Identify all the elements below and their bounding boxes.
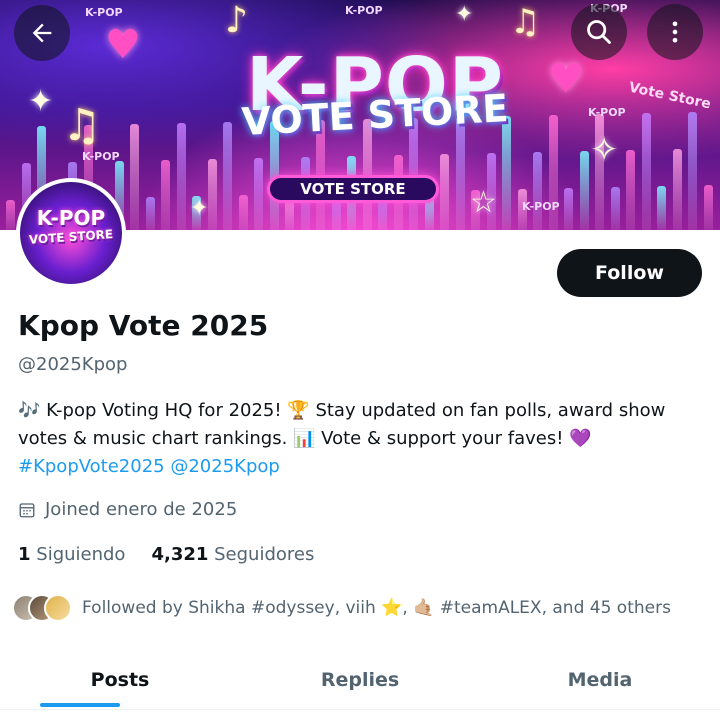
more-vertical-icon [672, 21, 678, 43]
banner-tag: K-POP [85, 6, 123, 19]
following-link[interactable]: 1 Siguiendo [18, 544, 125, 565]
calendar-icon [19, 502, 35, 517]
equalizer-bar [502, 116, 511, 230]
equalizer-bar [161, 160, 170, 230]
followed-by[interactable]: Followed by Shikha #odyssey, viih ⭐, 🤙🏼 … [12, 594, 671, 622]
star-decoration: ✦ [455, 2, 474, 27]
following-label: Siguiendo [36, 544, 126, 565]
equalizer-bar [440, 154, 449, 230]
followers-label: Seguidores [214, 544, 315, 565]
banner-pill: VOTE STORE [267, 175, 439, 203]
equalizer-bar [641, 113, 651, 230]
star-decoration: ✧ [590, 130, 619, 170]
equalizer-bar [6, 200, 15, 230]
profile-tabs: Posts Replies Media [0, 650, 720, 710]
bio-text: 🎶 K-pop Voting HQ for 2025! 🏆 Stay updat… [18, 400, 666, 449]
equalizer-bar [455, 117, 465, 230]
banner-side-text: Vote Store [627, 79, 713, 113]
equalizer-bar [238, 195, 248, 230]
arrow-left-icon [32, 23, 52, 43]
tab-media[interactable]: Media [480, 650, 720, 709]
banner-tag: K-POP [588, 106, 626, 119]
banner-tag: K-POP [522, 200, 560, 213]
username-handle: @2025Kpop [18, 354, 128, 375]
equalizer-bar [703, 185, 713, 230]
follower-avatar [44, 594, 72, 622]
equalizer-bar [688, 112, 697, 230]
star-decoration: ✦ [190, 196, 209, 221]
music-note-decoration: ♫ [62, 100, 102, 151]
equalizer-bar [672, 149, 682, 230]
banner-tag: K-POP [82, 150, 120, 163]
followed-by-text: Followed by Shikha #odyssey, viih ⭐, 🤙🏼 … [82, 598, 671, 618]
bio-mention-link[interactable]: @2025Kpop [170, 456, 279, 477]
tab-replies[interactable]: Replies [240, 650, 480, 709]
equalizer-bar [254, 158, 263, 230]
profile-bio: 🎶 K-pop Voting HQ for 2025! 🏆 Stay updat… [18, 397, 708, 481]
search-icon [587, 20, 611, 44]
back-button[interactable] [14, 5, 70, 61]
joined-text: Joined enero de 2025 [45, 499, 238, 520]
joined-date: Joined enero de 2025 [18, 499, 237, 520]
avatar-logo-text: K-POP [36, 206, 106, 230]
followers-link[interactable]: 4,321 Seguidores [151, 544, 314, 565]
avatar-logo-subtext: VOTE STORE [28, 227, 114, 247]
followers-count: 4,321 [151, 544, 209, 565]
equalizer-bar [176, 123, 186, 230]
avatar[interactable]: K-POP VOTE STORE [16, 178, 126, 288]
star-decoration: ✦ [28, 84, 54, 119]
equalizer-bar [564, 188, 573, 230]
equalizer-bar [145, 197, 155, 230]
equalizer-bar [610, 187, 620, 230]
equalizer-bar [207, 159, 217, 230]
following-count: 1 [18, 544, 31, 565]
equalizer-bar [579, 151, 589, 230]
equalizer-bar [130, 124, 139, 230]
banner-tag: K-POP [345, 4, 383, 17]
star-decoration: ☆ [470, 185, 497, 220]
equalizer-bar [626, 150, 635, 230]
music-note-decoration: ♪ [225, 0, 248, 41]
more-button[interactable] [647, 4, 703, 60]
heart-decoration: ♥ [105, 22, 141, 68]
equalizer-bar [657, 186, 666, 230]
equalizer-bar [533, 152, 542, 230]
follow-button[interactable]: Follow [557, 249, 702, 297]
display-name: Kpop Vote 2025 [18, 309, 269, 342]
search-button[interactable] [571, 4, 627, 60]
bio-hashtag-link[interactable]: #KpopVote2025 [18, 456, 165, 477]
music-note-decoration: ♫ [510, 2, 541, 42]
tab-posts[interactable]: Posts [0, 650, 240, 709]
follow-stats: 1 Siguiendo 4,321 Seguidores [18, 544, 340, 565]
